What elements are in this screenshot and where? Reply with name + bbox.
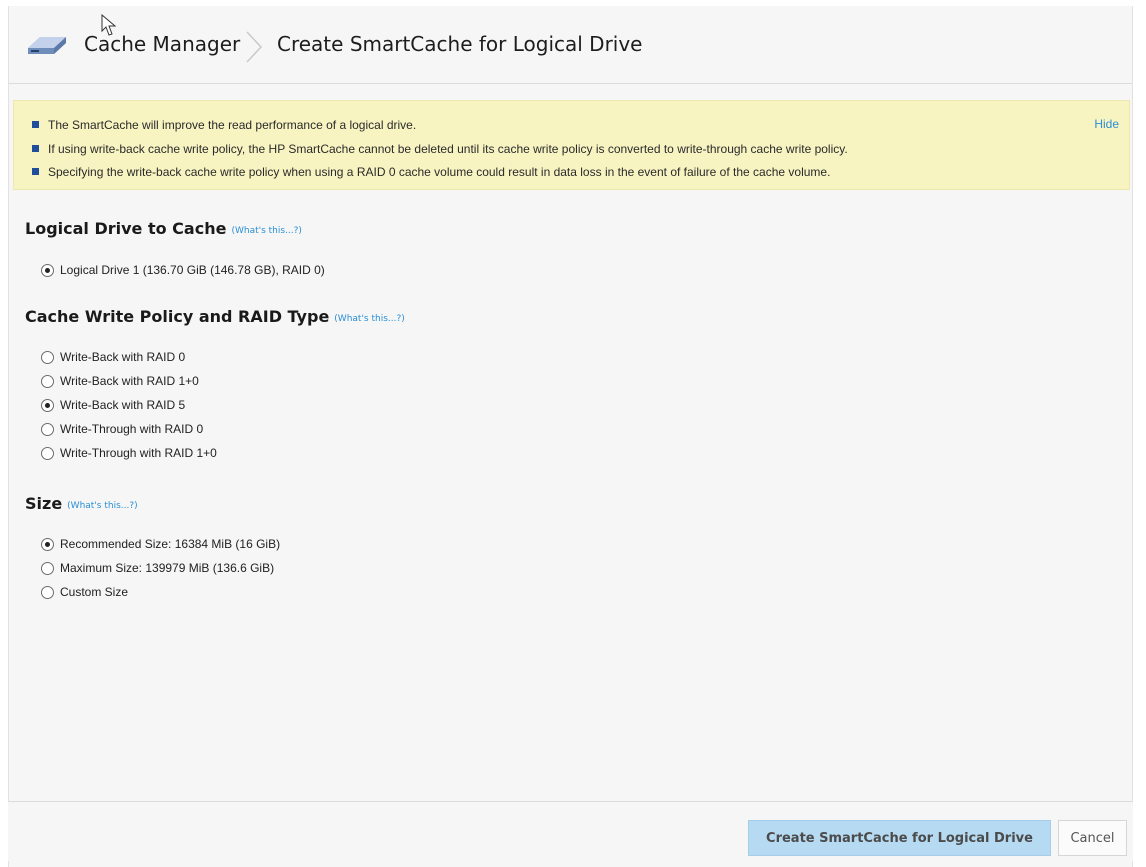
cancel-button[interactable]: Cancel xyxy=(1058,820,1127,856)
page-title: Create SmartCache for Logical Drive xyxy=(277,32,643,56)
notice-line: If using write-back cache write policy, … xyxy=(32,142,848,156)
radio-write-through-raid10[interactable]: Write-Through with RAID 1+0 xyxy=(41,446,217,460)
chevron-right-icon xyxy=(246,31,263,63)
mouse-cursor-icon xyxy=(101,14,117,36)
radio-logical-drive-1[interactable]: Logical Drive 1 (136.70 GiB (146.78 GB),… xyxy=(41,263,325,277)
bullet-icon xyxy=(32,168,39,176)
footer-bar: Create SmartCache for Logical Drive Canc… xyxy=(8,801,1133,861)
whats-this-link[interactable]: (What's this...?) xyxy=(334,314,404,324)
radio-write-back-raid10[interactable]: Write-Back with RAID 1+0 xyxy=(41,374,199,388)
radio-recommended-size[interactable]: Recommended Size: 16384 MiB (16 GiB) xyxy=(41,537,280,551)
drive-icon xyxy=(28,37,66,54)
radio-button[interactable] xyxy=(41,263,54,277)
create-smartcache-button[interactable]: Create SmartCache for Logical Drive xyxy=(748,820,1051,856)
radio-custom-size[interactable]: Custom Size xyxy=(41,585,128,599)
radio-button[interactable] xyxy=(41,561,54,575)
radio-button[interactable] xyxy=(41,398,54,412)
radio-write-through-raid0[interactable]: Write-Through with RAID 0 xyxy=(41,422,203,436)
radio-button[interactable] xyxy=(41,422,54,436)
bullet-icon xyxy=(32,121,39,129)
section-title-logical-drive: Logical Drive to Cache (What's this...?) xyxy=(25,219,302,238)
section-title-size: Size (What's this...?) xyxy=(25,494,138,513)
radio-button[interactable] xyxy=(41,537,54,551)
bullet-icon xyxy=(32,145,39,153)
radio-button[interactable] xyxy=(41,374,54,388)
radio-write-back-raid0[interactable]: Write-Back with RAID 0 xyxy=(41,350,185,364)
radio-button[interactable] xyxy=(41,585,54,599)
whats-this-link[interactable]: (What's this...?) xyxy=(231,226,301,236)
radio-write-back-raid5[interactable]: Write-Back with RAID 5 xyxy=(41,398,185,412)
radio-maximum-size[interactable]: Maximum Size: 139979 MiB (136.6 GiB) xyxy=(41,561,274,575)
section-title-write-policy: Cache Write Policy and RAID Type (What's … xyxy=(25,307,405,326)
notice-line: Specifying the write-back cache write po… xyxy=(32,165,830,179)
radio-button[interactable] xyxy=(41,446,54,460)
whats-this-link[interactable]: (What's this...?) xyxy=(67,501,137,511)
hide-link[interactable]: Hide xyxy=(1094,117,1119,131)
notice-line: The SmartCache will improve the read per… xyxy=(32,118,416,132)
info-notice: The SmartCache will improve the read per… xyxy=(13,100,1130,190)
radio-button[interactable] xyxy=(41,350,54,364)
header-bar: Cache Manager Create SmartCache for Logi… xyxy=(9,6,1132,84)
